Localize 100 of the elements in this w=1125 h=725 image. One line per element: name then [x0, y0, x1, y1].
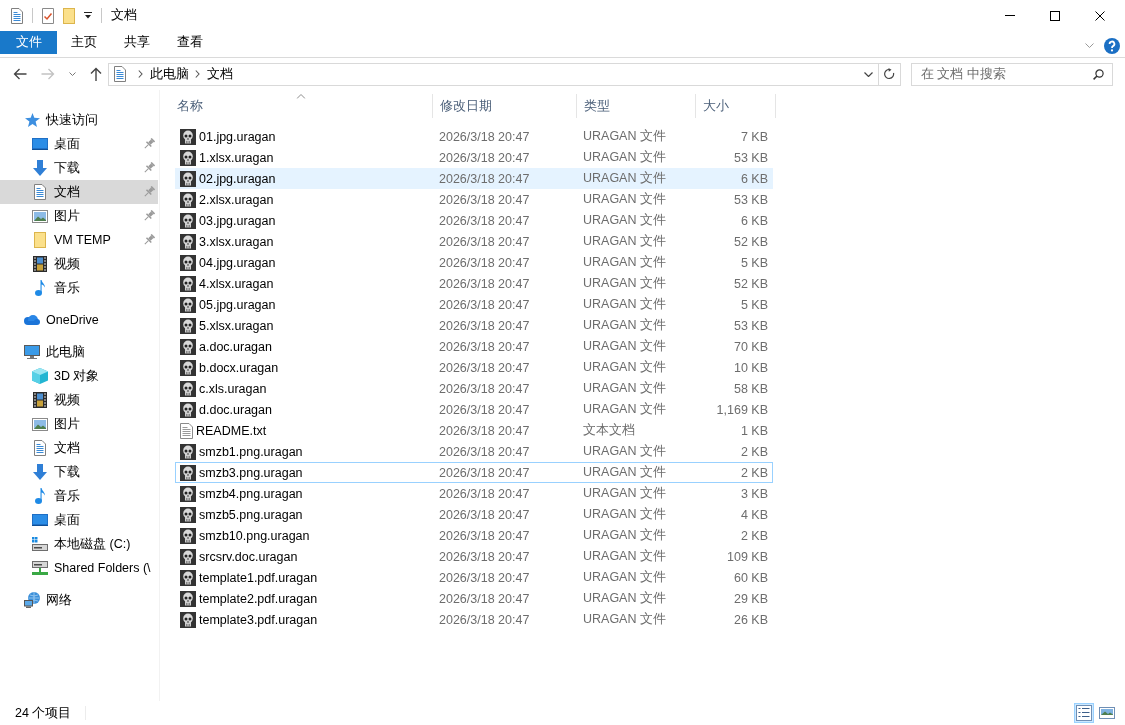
sidebar-item[interactable]: 桌面	[32, 132, 155, 156]
chevron-right-icon[interactable]	[195, 70, 200, 78]
file-row[interactable]: b.docx.uragan 2026/3/18 20:47 URAGAN 文件 10 KB	[180, 357, 768, 378]
chevron-down-icon[interactable]	[864, 71, 873, 77]
file-name: 3.xlsx.uragan	[199, 234, 274, 249]
file-name: smzb3.png.uragan	[199, 465, 303, 480]
sidebar-item[interactable]: 视频	[32, 388, 80, 412]
close-icon[interactable]	[1095, 10, 1105, 21]
file-type: URAGAN 文件	[583, 611, 666, 628]
sidebar-item[interactable]: 图片	[32, 204, 155, 228]
sidebar-item[interactable]: 音乐	[32, 276, 80, 300]
picture-icon	[32, 209, 48, 223]
sidebar-item[interactable]: OneDrive	[24, 308, 99, 332]
sidebar-item[interactable]: 快速访问	[24, 108, 98, 132]
file-name: 2.xlsx.uragan	[199, 192, 274, 207]
sidebar-item[interactable]: 视频	[32, 252, 80, 276]
ribbon-tab[interactable]: 主页	[70, 34, 97, 51]
document-icon[interactable]	[11, 7, 23, 24]
sidebar-item[interactable]: 文档	[0, 180, 158, 204]
sidebar-item[interactable]: 下载	[32, 156, 155, 180]
search-input[interactable]: 在 文档 中搜索	[921, 67, 1081, 81]
file-row[interactable]: a.doc.uragan 2026/3/18 20:47 URAGAN 文件 70 KB	[180, 336, 768, 357]
file-row[interactable]: smzb5.png.uragan 2026/3/18 20:47 URAGAN 文件 4 KB	[180, 504, 768, 525]
sidebar-item[interactable]: 图片	[32, 412, 80, 436]
file-name: 4.xlsx.uragan	[199, 276, 274, 291]
modified-date: 2026/3/18 20:47	[439, 612, 530, 627]
file-row[interactable]: srcsrv.doc.uragan 2026/3/18 20:47 URAGAN 文件 109 KB	[180, 546, 768, 567]
file-row[interactable]: template2.pdf.uragan 2026/3/18 20:47 URAGAN 文件 29 KB	[180, 588, 768, 609]
breadcrumb[interactable]: 此电脑	[150, 65, 189, 83]
view-button[interactable]	[1074, 703, 1094, 723]
computer-icon	[24, 345, 40, 359]
sidebar-item-label: OneDrive	[46, 313, 99, 327]
file-row[interactable]: smzb3.png.uragan 2026/3/18 20:47 URAGAN 文件 2 KB	[175, 462, 773, 483]
file-row[interactable]: smzb4.png.uragan 2026/3/18 20:47 URAGAN 文件 3 KB	[180, 483, 768, 504]
search-icon[interactable]	[1093, 68, 1104, 80]
file-name: smzb10.png.uragan	[199, 528, 310, 543]
column-header[interactable]: 大小	[696, 94, 776, 118]
modified-date: 2026/3/18 20:47	[439, 591, 530, 606]
file-row[interactable]: 5.xlsx.uragan 2026/3/18 20:47 URAGAN 文件 53 KB	[180, 315, 768, 336]
column-header[interactable]: 类型	[577, 94, 696, 118]
film-strip-icon	[33, 392, 47, 408]
up-arrow-icon[interactable]	[90, 67, 102, 81]
search-field[interactable]: 在 文档 中搜索	[911, 62, 1113, 86]
sidebar-item[interactable]: 网络	[24, 588, 72, 612]
file-row[interactable]: 05.jpg.uragan 2026/3/18 20:47 URAGAN 文件 5 KB	[180, 294, 768, 315]
file-row[interactable]: 1.xlsx.uragan 2026/3/18 20:47 URAGAN 文件 53 KB	[180, 147, 768, 168]
file-row[interactable]: 03.jpg.uragan 2026/3/18 20:47 URAGAN 文件 6 KB	[180, 210, 768, 231]
breadcrumb[interactable]: 文档	[207, 65, 233, 83]
file-row[interactable]: 04.jpg.uragan 2026/3/18 20:47 URAGAN 文件 5 KB	[180, 252, 768, 273]
file-size: 53 KB	[733, 150, 768, 165]
file-row[interactable]: 02.jpg.uragan 2026/3/18 20:47 URAGAN 文件 6 KB	[175, 168, 773, 189]
skull-icon	[180, 380, 196, 397]
column-header[interactable]: 修改日期	[433, 94, 577, 118]
ribbon-tab[interactable]: 共享	[123, 34, 150, 51]
sidebar-item[interactable]: 本地磁盘 (C:)	[32, 532, 131, 556]
chevron-right-icon[interactable]	[138, 70, 143, 78]
file-row[interactable]: smzb10.png.uragan 2026/3/18 20:47 URAGAN 文件 2 KB	[180, 525, 768, 546]
maximize-icon[interactable]	[1050, 10, 1060, 21]
modified-date: 2026/3/18 20:47	[439, 213, 530, 228]
sidebar-item[interactable]: 文档	[32, 436, 80, 460]
file-type: URAGAN 文件	[583, 443, 666, 460]
file-row[interactable]: d.doc.uragan 2026/3/18 20:47 URAGAN 文件 1,169 KB	[180, 399, 768, 420]
sidebar-item[interactable]: 桌面	[32, 508, 80, 532]
sidebar-item-label: 音乐	[54, 279, 80, 297]
modified-date: 2026/3/18 20:47	[439, 507, 530, 522]
sidebar-item[interactable]: 音乐	[32, 484, 80, 508]
chevron-down-icon[interactable]	[69, 72, 76, 76]
file-tab[interactable]: 文件	[0, 31, 57, 54]
dropdown-caret-icon[interactable]	[84, 12, 92, 19]
ribbon-tab[interactable]: 查看	[176, 34, 203, 51]
sidebar-item[interactable]: VM TEMP	[32, 228, 155, 252]
file-name: README.txt	[196, 423, 267, 438]
view-button[interactable]	[1097, 705, 1117, 721]
help-icon[interactable]	[1104, 37, 1120, 54]
sidebar-item-label: 本地磁盘 (C:)	[54, 535, 131, 553]
file-type: URAGAN 文件	[583, 527, 666, 544]
file-row[interactable]: template3.pdf.uragan 2026/3/18 20:47 URAGAN 文件 26 KB	[180, 609, 768, 630]
file-row[interactable]: smzb1.png.uragan 2026/3/18 20:47 URAGAN 文件 2 KB	[180, 441, 768, 462]
file-name: 03.jpg.uragan	[199, 213, 276, 228]
music-note-icon	[35, 280, 45, 296]
file-row[interactable]: 4.xlsx.uragan 2026/3/18 20:47 URAGAN 文件 52 KB	[180, 273, 768, 294]
sidebar-item[interactable]: 下载	[32, 460, 80, 484]
file-size: 6 KB	[740, 213, 768, 228]
column-header[interactable]: 名称	[170, 94, 433, 118]
column-header-label: 类型	[584, 97, 610, 115]
sidebar-item[interactable]: Shared Folders (\	[32, 556, 151, 580]
back-arrow-icon[interactable]	[13, 68, 27, 80]
sidebar-item[interactable]: 3D 对象	[32, 364, 100, 388]
file-row[interactable]: c.xls.uragan 2026/3/18 20:47 URAGAN 文件 58 KB	[180, 378, 768, 399]
address-bar[interactable]: 此电脑 文档	[108, 62, 901, 86]
file-row[interactable]: 01.jpg.uragan 2026/3/18 20:47 URAGAN 文件 7 KB	[180, 126, 768, 147]
file-row[interactable]: template1.pdf.uragan 2026/3/18 20:47 URAGAN 文件 60 KB	[180, 567, 768, 588]
file-row[interactable]: README.txt 2026/3/18 20:47 文本文档 1 KB	[180, 420, 768, 441]
refresh-icon[interactable]	[884, 68, 895, 80]
skull-icon	[180, 296, 196, 313]
sidebar-item[interactable]: 此电脑	[24, 340, 85, 364]
sidebar-item-label: 桌面	[54, 135, 80, 153]
file-row[interactable]: 3.xlsx.uragan 2026/3/18 20:47 URAGAN 文件 52 KB	[180, 231, 768, 252]
file-row[interactable]: 2.xlsx.uragan 2026/3/18 20:47 URAGAN 文件 53 KB	[180, 189, 768, 210]
checkmark-page-icon[interactable]	[42, 7, 54, 24]
